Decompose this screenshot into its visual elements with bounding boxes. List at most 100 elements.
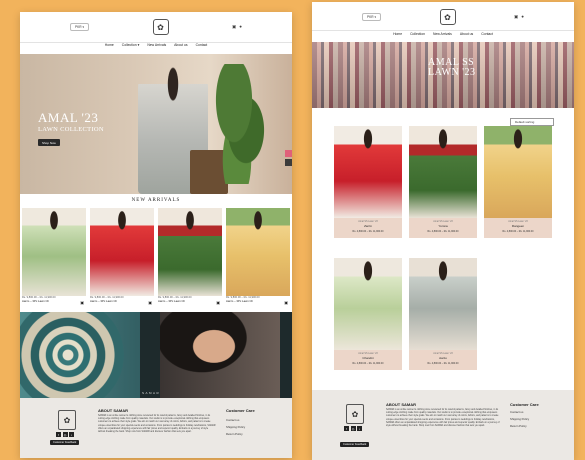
product-card[interactable]: Rs. 9,800.00 – Rs. 11,900.00 Aarzo – 3Pc… (22, 208, 86, 305)
nav-collection[interactable]: Collection (410, 32, 425, 36)
product-meta: Amal SS Lawn '23 Zarrin Rs. 4,800.00 – R… (334, 218, 402, 238)
instagram-icon[interactable]: ◎ (62, 432, 68, 437)
side-tab-pink[interactable] (285, 150, 292, 157)
product-price: Rs. 4,800.00 – Rs. 11,900.00 (352, 362, 384, 365)
product-image[interactable] (90, 208, 154, 296)
add-to-cart-icon[interactable]: ▣ (216, 300, 220, 305)
product-name[interactable]: Aarzo – 3Pc Lawn Ch (226, 299, 290, 303)
header: PKR ▾ ✿ ▣ ● (312, 2, 574, 32)
footer-logo: ✿ (346, 404, 364, 424)
product-image[interactable] (409, 126, 477, 218)
facebook-icon[interactable]: f (344, 426, 349, 431)
footer-link-contact[interactable]: Contact us (226, 418, 239, 422)
mosaic-tile-image (20, 312, 140, 398)
product-card[interactable]: Amal SS Lawn '23 Aarzo Rs. 4,800.00 – Rs… (409, 258, 477, 370)
collection-title: AMAL SS LAWN '23 (428, 58, 476, 78)
add-to-cart-icon[interactable]: ▣ (284, 300, 288, 305)
collection-page-screenshot: PKR ▾ ✿ ▣ ● Home Collection New Arrivals… (312, 2, 574, 460)
currency-selector[interactable]: PKR ▾ (70, 23, 90, 31)
footer-link-shipping[interactable]: Shipping Policy (226, 425, 245, 429)
footer-link-returns[interactable]: Return Policy (510, 424, 527, 428)
hero-banner: AMAL '23 LAWN COLLECTION Shop Now (20, 54, 292, 194)
add-to-cart-icon[interactable]: ▣ (148, 300, 152, 305)
product-card[interactable]: Amal SS Lawn '23 Yumna Rs. 4,800.00 – Rs… (409, 126, 477, 238)
product-card[interactable]: Amal SS Lawn '23 Chandni Rs. 4,800.00 – … (334, 258, 402, 370)
social-links: f ◎ ♪ (344, 426, 362, 431)
product-card[interactable]: Amal SS Lawn '23 Zarrin Rs. 4,800.00 – R… (334, 126, 402, 238)
product-card[interactable]: Amal SS Lawn '23 Rangeen Rs. 4,800.00 – … (484, 126, 552, 238)
hero-subtitle: LAWN COLLECTION (38, 126, 104, 133)
about-heading: ABOUT SAMAR (98, 408, 128, 413)
footer-logo: ✿ (58, 410, 76, 430)
footer: ✿ f ◎ ♪ Customer Feedback ABOUT SAMAR SA… (312, 390, 574, 460)
product-image[interactable] (158, 208, 222, 296)
product-meta: Amal SS Lawn '23 Chandni Rs. 4,800.00 – … (334, 350, 402, 370)
nav-contact[interactable]: Contact (196, 43, 208, 47)
nav-about[interactable]: About us (174, 43, 187, 47)
footer-link-returns[interactable]: Return Policy (226, 432, 243, 436)
hero-title: AMAL '23 (38, 110, 99, 125)
instagram-icon[interactable]: ◎ (350, 426, 356, 431)
main-nav: Home Collection ▾ New Arrivals About us … (20, 43, 292, 47)
currency-selector[interactable]: PKR ▾ (362, 13, 382, 21)
product-image[interactable] (334, 126, 402, 218)
nav-divider (312, 30, 574, 31)
collection-title-line2: LAWN '23 (428, 67, 476, 78)
customer-care-heading: Customer Care (510, 402, 539, 407)
header-icons: ▣ ● (232, 24, 242, 30)
sort-select[interactable]: Default sorting (510, 118, 554, 126)
customer-care-heading: Customer Care (226, 408, 255, 413)
about-text: SAMAR is an online women's clothing stor… (386, 409, 500, 428)
product-name[interactable]: Aarzo – 3Pc Lawn Ch (158, 299, 222, 303)
product-image[interactable] (22, 208, 86, 296)
customer-feedback-button[interactable]: Customer Feedback (50, 440, 80, 445)
tiktok-icon[interactable]: ♪ (69, 432, 74, 437)
product-image[interactable] (334, 258, 402, 350)
nav-home[interactable]: Home (105, 43, 114, 47)
product-price: Rs. 4,800.00 – Rs. 11,900.00 (427, 362, 459, 365)
customer-feedback-button[interactable]: Customer Feedback (340, 442, 370, 447)
product-meta: Amal SS Lawn '23 Yumna Rs. 4,800.00 – Rs… (409, 218, 477, 238)
homepage-screenshot: PKR ▾ ✿ ▣ ● Home Collection ▾ New Arriva… (20, 12, 292, 458)
samar-logo[interactable]: ✿ (439, 9, 456, 25)
new-arrivals-grid: Rs. 9,800.00 – Rs. 11,900.00 Aarzo – 3Pc… (22, 208, 290, 305)
header: PKR ▾ ✿ ▣ ● (20, 12, 292, 42)
product-meta: Amal SS Lawn '23 Aarzo Rs. 4,800.00 – Rs… (409, 350, 477, 370)
user-icon[interactable]: ● (521, 14, 524, 20)
nav-home[interactable]: Home (393, 32, 402, 36)
facebook-icon[interactable]: f (56, 432, 61, 437)
header-icons: ▣ ● (514, 14, 524, 20)
product-card[interactable]: Rs. 9,800.00 – Rs. 11,900.00 Aarzo – 3Pc… (90, 208, 154, 305)
bag-icon[interactable]: ▣ (232, 24, 236, 30)
nav-new-arrivals[interactable]: New Arrivals (433, 32, 452, 36)
product-image[interactable] (484, 126, 552, 218)
shop-now-button[interactable]: Shop Now (38, 139, 60, 146)
product-image[interactable] (226, 208, 290, 296)
nav-about[interactable]: About us (460, 32, 473, 36)
tiktok-icon[interactable]: ♪ (357, 426, 362, 431)
nav-collection[interactable]: Collection ▾ (122, 43, 140, 47)
footer-link-shipping[interactable]: Shipping Policy (510, 417, 529, 421)
user-icon[interactable]: ● (239, 24, 242, 30)
footer-link-contact[interactable]: Contact us (510, 410, 523, 414)
add-to-cart-icon[interactable]: ▣ (80, 300, 84, 305)
collection-hero-banner: AMAL SS LAWN '23 (312, 42, 574, 108)
product-price: Rs. 4,800.00 – Rs. 11,900.00 (427, 230, 459, 233)
main-nav: Home Collection New Arrivals About us Co… (312, 32, 574, 36)
new-arrivals-heading: NEW ARRIVALS (131, 198, 181, 203)
nav-contact[interactable]: Contact (481, 32, 493, 36)
side-tabs (285, 150, 292, 166)
product-name[interactable]: Aarzo – 3Pc Lawn Ch (22, 299, 86, 303)
product-card[interactable]: Rs. 9,800.00 – Rs. 11,900.00 Aarzo – 3Pc… (158, 208, 222, 305)
bag-icon[interactable]: ▣ (514, 14, 518, 20)
product-price: Rs. 4,800.00 – Rs. 11,900.00 (502, 230, 534, 233)
social-links: f ◎ ♪ (56, 432, 74, 437)
product-name[interactable]: Aarzo – 3Pc Lawn Ch (90, 299, 154, 303)
product-image[interactable] (409, 258, 477, 350)
hero-plant-image (210, 64, 270, 184)
nav-new-arrivals[interactable]: New Arrivals (147, 43, 166, 47)
about-text: SAMAR is an online women's clothing stor… (98, 415, 216, 434)
product-card[interactable]: Rs. 9,800.00 – Rs. 11,900.00 Aarzo – 3Pc… (226, 208, 290, 305)
side-tab-dark[interactable] (285, 159, 292, 166)
samar-logo[interactable]: ✿ (152, 19, 169, 35)
